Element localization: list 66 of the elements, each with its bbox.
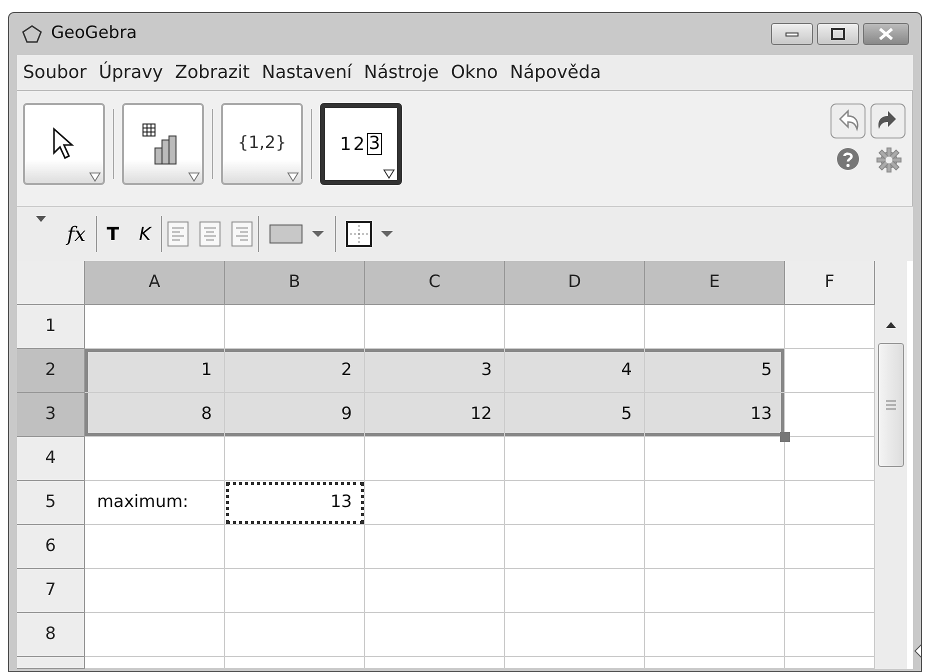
- table-cell: 5: [645, 349, 785, 393]
- chart-tool-button[interactable]: [122, 103, 204, 185]
- undo-button[interactable]: [830, 103, 866, 139]
- bold-button[interactable]: T: [96, 216, 129, 252]
- menu-item[interactable]: Okno: [444, 59, 504, 86]
- row-header[interactable]: 4: [17, 437, 85, 481]
- row-header[interactable]: 6: [17, 525, 85, 569]
- close-button[interactable]: [863, 23, 909, 45]
- row-header[interactable]: 3: [17, 393, 85, 437]
- color-swatch-icon: [268, 224, 303, 244]
- row-header[interactable]: 7: [17, 569, 85, 613]
- caret-icon: [188, 172, 200, 182]
- align-icon: [166, 220, 190, 248]
- arrow-cursor-icon: [51, 127, 77, 161]
- align-icon: [230, 220, 254, 248]
- border-icon: [346, 221, 372, 247]
- table-cell: 4: [505, 349, 645, 393]
- scroll-up-icon[interactable]: [885, 321, 897, 329]
- app-icon: [21, 24, 43, 44]
- caret-icon: [383, 169, 395, 179]
- caret-icon: [89, 172, 101, 182]
- column-header[interactable]: D: [505, 261, 645, 305]
- minimize-icon: [785, 30, 799, 38]
- italic-button[interactable]: K: [128, 216, 161, 252]
- table-cell: 12: [365, 393, 505, 437]
- caret-icon: [287, 172, 299, 182]
- table-cell: 1: [85, 349, 225, 393]
- menu-item[interactable]: Zobrazit: [169, 59, 256, 86]
- column-header[interactable]: E: [645, 261, 785, 305]
- table-cell: 13: [225, 481, 365, 525]
- table-tool-button[interactable]: 12 3: [320, 103, 402, 185]
- caret-icon: [35, 215, 47, 223]
- table-cell: 3: [365, 349, 505, 393]
- table-cell: 9: [225, 393, 365, 437]
- table-cell: 2: [225, 349, 365, 393]
- maximize-button[interactable]: [817, 23, 859, 45]
- list-tool-button[interactable]: {1,2}: [221, 103, 303, 185]
- menu-item[interactable]: Úpravy: [92, 59, 170, 86]
- move-tool-button[interactable]: [23, 103, 105, 185]
- column-header[interactable]: A: [85, 261, 225, 305]
- minimize-button[interactable]: [771, 23, 813, 45]
- close-icon: [878, 28, 894, 40]
- scrollbar-thumb[interactable]: [878, 343, 904, 467]
- table-cell: 5: [505, 393, 645, 437]
- row-header[interactable]: 5: [17, 481, 85, 525]
- menu-item[interactable]: Nápověda: [504, 59, 608, 86]
- menu-item[interactable]: Soubor: [17, 59, 93, 86]
- row-header[interactable]: 2: [17, 349, 85, 393]
- row-header[interactable]: 1: [17, 305, 85, 349]
- caret-icon: [380, 230, 394, 238]
- column-header[interactable]: C: [365, 261, 505, 305]
- column-header[interactable]: B: [225, 261, 365, 305]
- formula-button[interactable]: fx: [57, 216, 96, 252]
- fill-handle[interactable]: [780, 432, 790, 442]
- menu-item[interactable]: Nastavení: [256, 59, 358, 86]
- window-title: GeoGebra: [51, 22, 137, 46]
- column-header[interactable]: F: [785, 261, 875, 305]
- menu-item[interactable]: Nástroje: [358, 59, 445, 86]
- caret-icon: [310, 230, 325, 238]
- table-cell: maximum:: [85, 481, 225, 525]
- align-icon: [198, 220, 222, 248]
- row-header[interactable]: 8: [17, 613, 85, 657]
- help-icon[interactable]: [836, 147, 860, 171]
- maximize-icon: [831, 28, 845, 40]
- redo-button[interactable]: [870, 103, 906, 139]
- table-cell: 8: [85, 393, 225, 437]
